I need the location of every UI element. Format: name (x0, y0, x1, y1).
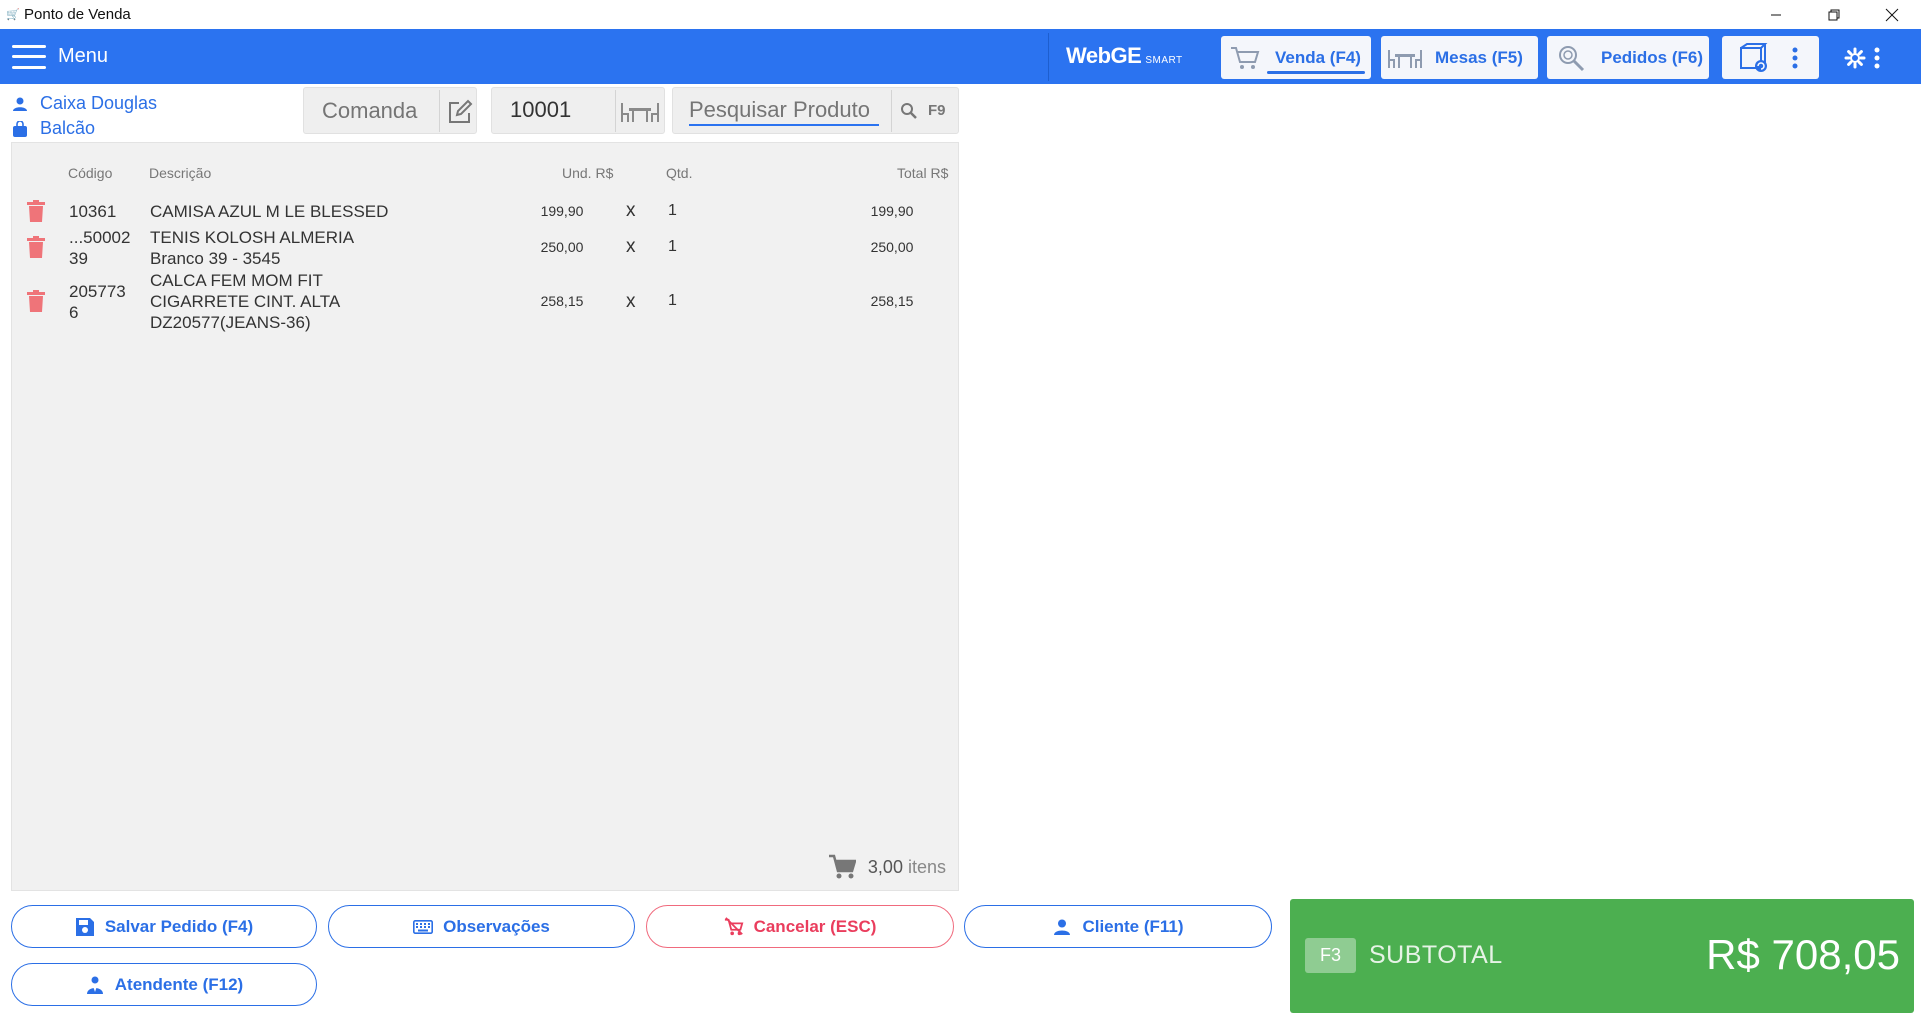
times-sign: x (626, 236, 636, 257)
top-header: Menu WebGE SMART Venda (F4) Mesas (F5) P… (0, 29, 1921, 84)
mesa-box[interactable]: 10001 (491, 87, 665, 134)
items-count: 3,00 itens (828, 854, 946, 880)
tab-pedidos[interactable]: Pedidos (F6) (1547, 36, 1709, 79)
restore-button[interactable] (1805, 0, 1863, 29)
item-code: 10361 (69, 202, 117, 221)
item-unit-price: 258,15 (540, 293, 584, 309)
menu-label: Menu (58, 45, 109, 67)
search-icon[interactable] (900, 102, 918, 120)
item-unit-price: 199,90 (540, 203, 584, 219)
client-button[interactable]: Cliente (F11) (964, 905, 1272, 948)
location-link[interactable]: Balcão (12, 118, 95, 139)
item-code: ...5000239 (69, 228, 131, 268)
item-description: CAMISA AZUL M LE BLESSED (150, 202, 389, 221)
settings-button[interactable] (1844, 43, 1894, 73)
cart-items-panel: Código Descrição Und. R$ Qtd. Total R$ 1… (11, 142, 959, 891)
more-vert-icon (1792, 47, 1798, 69)
window-title: Ponto de Venda (24, 6, 131, 23)
times-sign: x (626, 200, 636, 221)
attendant-label: Atendente (F12) (114, 974, 244, 994)
item-total: 250,00 (870, 239, 914, 255)
col-total: Total R$ (897, 165, 949, 181)
tab-mesas-label: Mesas (F5) (1435, 47, 1523, 67)
mesa-value: 10001 (510, 97, 572, 122)
edit-icon[interactable] (447, 99, 473, 125)
person-icon (12, 95, 28, 113)
item-qty[interactable]: 1 (668, 202, 677, 220)
brand-logo: WebGE SMART (1066, 43, 1183, 69)
cancel-button[interactable]: Cancelar (ESC) (646, 905, 954, 948)
tab-pedidos-label: Pedidos (F6) (1601, 47, 1704, 67)
product-search-input[interactable] (689, 96, 879, 126)
window-controls (1747, 0, 1921, 29)
brand-main: WebGE (1066, 43, 1142, 68)
subtotal-value: R$ 708,05 (1706, 931, 1900, 978)
notes-label: Observações (443, 916, 550, 936)
menu-button[interactable]: Menu (12, 29, 108, 84)
sync-box-icon (1740, 43, 1768, 72)
item-qty[interactable]: 1 (668, 292, 677, 310)
client-label: Cliente (F11) (1082, 916, 1184, 936)
attendant-button[interactable]: Atendente (F12) (11, 963, 317, 1006)
col-code: Código (68, 165, 113, 181)
subtotal-label: SUBTOTAL (1369, 941, 1503, 969)
gear-icon (1844, 47, 1866, 69)
location-name: Balcão (40, 118, 96, 138)
trash-icon[interactable] (27, 200, 45, 222)
tables-icon[interactable] (620, 100, 660, 124)
table-row[interactable]: 10361 CAMISA AZUL M LE BLESSED 199,90 x … (12, 197, 960, 225)
item-description: TENIS KOLOSH ALMERIA Branco 39 - 3545 (150, 228, 354, 268)
cart-icon (828, 854, 856, 879)
operator-name: Caixa Douglas (40, 93, 158, 113)
remove-cart-icon (724, 916, 744, 937)
item-code: 2057736 (69, 282, 126, 322)
table-row[interactable]: 2057736 CALCA FEM MOM FIT CIGARRETE CINT… (12, 269, 960, 335)
person-icon (1052, 917, 1072, 937)
item-total: 199,90 (870, 203, 914, 219)
item-qty[interactable]: 1 (668, 238, 677, 256)
col-description: Descrição (149, 165, 212, 181)
search-orders-icon (1553, 43, 1589, 73)
brand-sub: SMART (1145, 55, 1183, 66)
item-unit-price: 250,00 (540, 239, 584, 255)
subtotal-shortcut: F3 (1305, 938, 1356, 973)
tab-venda[interactable]: Venda (F4) (1221, 36, 1371, 79)
cart-icon: 🛒 (6, 8, 20, 21)
minimize-button[interactable] (1747, 0, 1805, 29)
hamburger-icon (12, 44, 46, 69)
item-total: 258,15 (870, 293, 914, 309)
attendant-icon (85, 975, 105, 995)
item-description: CALCA FEM MOM FIT CIGARRETE CINT. ALTA D… (150, 271, 340, 332)
close-window-button[interactable] (1863, 0, 1921, 29)
sync-button[interactable] (1722, 36, 1819, 79)
save-order-button[interactable]: Salvar Pedido (F4) (11, 905, 317, 948)
operator-link[interactable]: Caixa Douglas (12, 93, 157, 114)
tables-icon (1387, 43, 1423, 73)
shopping-bag-icon (12, 120, 28, 138)
save-icon (75, 917, 95, 937)
trash-icon[interactable] (27, 290, 45, 312)
window-titlebar: 🛒 Ponto de Venda (0, 0, 1921, 29)
header-divider (1048, 33, 1049, 81)
comanda-input[interactable] (322, 96, 442, 126)
subtotal-panel[interactable]: F3 SUBTOTAL R$ 708,05 (1290, 899, 1914, 1013)
cancel-label: Cancelar (ESC) (753, 916, 877, 936)
product-search-box: F9 (672, 87, 959, 134)
save-order-label: Salvar Pedido (F4) (104, 916, 254, 936)
table-row[interactable]: ...5000239 TENIS KOLOSH ALMERIA Branco 3… (12, 225, 960, 269)
col-unit-price: Und. R$ (562, 165, 614, 181)
keyboard-icon (413, 917, 434, 937)
notes-button[interactable]: Observações (328, 905, 635, 948)
items-count-word: itens (907, 856, 946, 877)
col-qty: Qtd. (666, 165, 693, 181)
tab-mesas[interactable]: Mesas (F5) (1381, 36, 1538, 79)
comanda-box (303, 87, 477, 134)
times-sign: x (626, 291, 636, 312)
cart-icon (1227, 43, 1263, 73)
tab-venda-label: Venda (F4) (1267, 47, 1365, 74)
more-vert-icon (1874, 47, 1880, 69)
search-shortcut: F9 (928, 102, 946, 119)
trash-icon[interactable] (27, 236, 45, 258)
items-count-value: 3,00 (867, 856, 903, 877)
